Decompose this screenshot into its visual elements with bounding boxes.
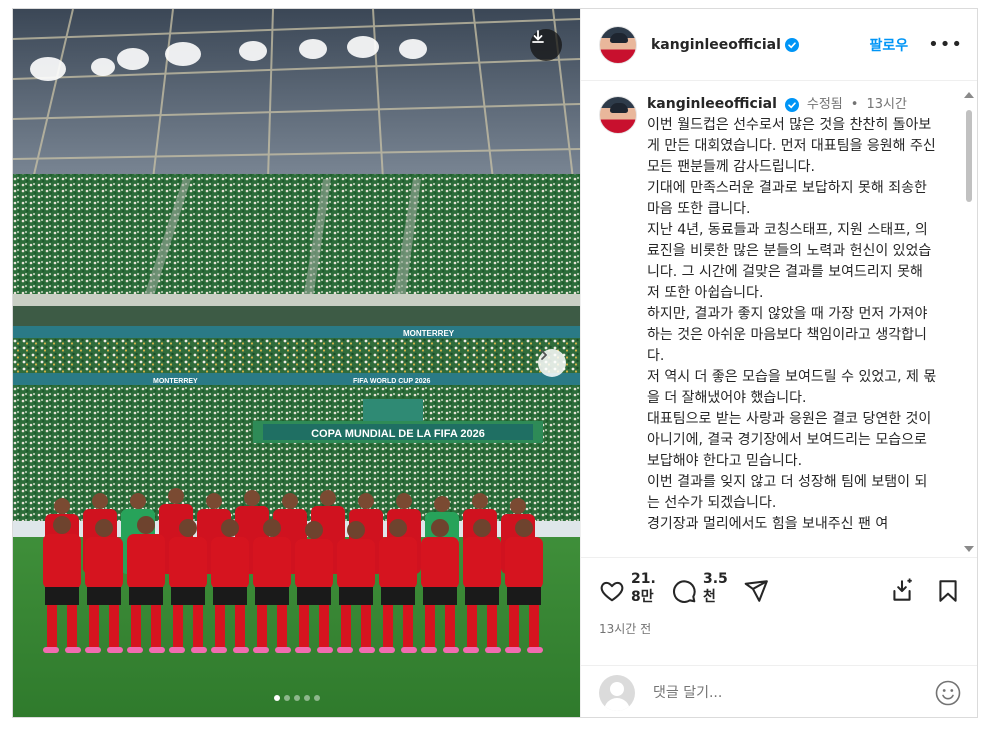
more-icon[interactable]: ••• (928, 34, 963, 55)
carousel-indicator (13, 695, 580, 701)
caption-paragraph: 하지만, 결과가 좋지 않았을 때 가장 먼저 가져야 하는 것은 아쉬운 마음… (647, 306, 928, 364)
edited-label: 수정됨 (806, 97, 843, 112)
username[interactable]: kanginleeofficial (651, 37, 781, 53)
caption-avatar[interactable] (599, 96, 637, 134)
scroll-down-arrow[interactable] (964, 546, 974, 552)
share-button[interactable] (743, 570, 769, 604)
post-timestamp[interactable]: 13시간 전 (599, 620, 651, 637)
carousel-dot (293, 695, 300, 701)
like-button[interactable]: 21.8만 (599, 570, 657, 606)
caption: kanginleeofficial 수정됨 • 13시간 이번 월드컵은 선수로… (647, 94, 937, 535)
next-arrow-icon (541, 350, 548, 360)
caption-paragraph: 지난 4년, 동료들과 코칭스태프, 지원 스태프, 의료진을 비롯한 많은 분… (647, 222, 932, 301)
comment-icon (673, 580, 696, 603)
next-slide-button[interactable] (538, 349, 566, 377)
meta-separator: • (850, 97, 859, 112)
bookmark-icon[interactable] (935, 578, 961, 604)
share-icon (744, 580, 768, 602)
caption-paragraph: 이번 결과를 잊지 않고 더 성장해 팀에 보탬이 되는 선수가 되겠습니다. (647, 474, 928, 511)
verified-icon (784, 37, 799, 52)
caption-scrollbar[interactable] (963, 92, 975, 552)
caption-paragraph: 기대에 만족스러운 결과로 보답하지 못해 죄송한 마음 또한 큽니다. (647, 180, 927, 217)
carousel-dot-active (273, 695, 280, 701)
team-photo: MONTERREY MONTERREY FIFA WORLD CUP 2026 … (13, 9, 580, 717)
comment-bar (581, 665, 977, 717)
caption-username[interactable]: kanginleeofficial (647, 94, 777, 115)
comment-count[interactable]: 3.5천 (703, 570, 729, 606)
caption-area[interactable]: kanginleeofficial 수정됨 • 13시간 이번 월드컵은 선수로… (581, 82, 977, 556)
caption-paragraph: 이번 월드컵은 선수로서 많은 것을 찬찬히 돌아보게 만든 대회였습니다. 먼… (647, 117, 936, 175)
ribbon-fifa: FIFA WORLD CUP 2026 (353, 378, 431, 385)
download-icon (532, 30, 544, 43)
banner-copa-mundial: COPA MUNDIAL DE LA FIFA 2026 (311, 428, 485, 440)
bookmark-add-icon[interactable] (889, 578, 915, 604)
post-dialog: MONTERREY MONTERREY FIFA WORLD CUP 2026 … (12, 8, 978, 718)
heart-icon (600, 581, 624, 602)
caption-paragraph: 경기장과 멀리에서도 힘을 보내주신 팬 여 (647, 516, 889, 532)
avatar[interactable] (599, 25, 637, 64)
ribbon-monterrey-1: MONTERREY (403, 329, 455, 338)
carousel-dot (313, 695, 320, 701)
post-age: 13시간 (866, 97, 907, 112)
scroll-up-arrow[interactable] (964, 92, 974, 98)
comment-button[interactable]: 3.5천 (671, 570, 729, 606)
download-button[interactable] (530, 29, 562, 61)
comment-input[interactable] (653, 684, 935, 701)
like-count[interactable]: 21.8만 (631, 570, 657, 606)
follow-button[interactable]: 팔로우 (870, 35, 909, 55)
scroll-thumb[interactable] (966, 110, 972, 202)
carousel-dot (303, 695, 310, 701)
caption-header: kanginleeofficial 수정됨 • 13시간 (647, 94, 937, 115)
ribbon-monterrey-2: MONTERREY (153, 378, 198, 385)
action-bar: 21.8만 3.5천 13시간 전 (581, 557, 977, 665)
post-header: kanginleeofficial 팔로우 ••• (581, 9, 977, 81)
emoji-icon[interactable] (935, 680, 961, 706)
carousel-dot (283, 695, 290, 701)
caption-paragraph: 저 역시 더 좋은 모습을 보여드릴 수 있었고, 제 몫을 더 잘해냈어야 했… (647, 369, 937, 406)
caption-paragraph: 대표팀으로 받는 사랑과 응원은 결코 당연한 것이 아니기에, 결국 경기장에… (647, 411, 932, 469)
post-side-panel: kanginleeofficial 팔로우 ••• kanginleeoffic… (580, 9, 977, 717)
post-media[interactable]: MONTERREY MONTERREY FIFA WORLD CUP 2026 … (13, 9, 580, 717)
verified-icon (784, 97, 799, 112)
my-avatar (599, 674, 635, 711)
